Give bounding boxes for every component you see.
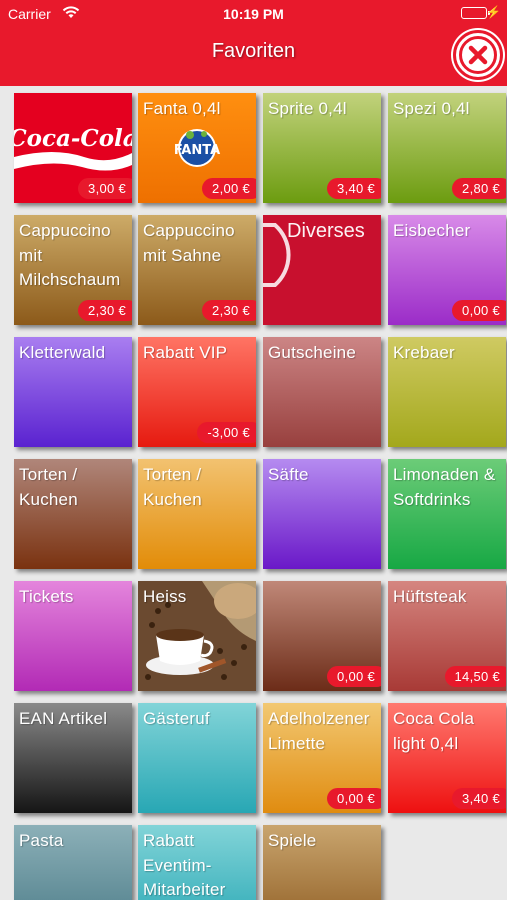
charging-bolt-icon: ⚡ — [486, 5, 501, 19]
diverses-graphic: Diverses — [263, 220, 365, 287]
category-tile-saefte[interactable]: Säfte — [263, 459, 381, 569]
battery-icon — [461, 7, 487, 19]
diverses-label: Diverses — [287, 220, 365, 242]
nav-bar: Favoriten — [0, 28, 507, 86]
close-button[interactable] — [453, 30, 503, 80]
tile-label: Torten / Kuchen — [19, 465, 78, 509]
tile-label: Torten / Kuchen — [143, 465, 202, 509]
category-tile-krebaer[interactable]: Krebaer — [388, 337, 506, 447]
favorites-grid: Coca-Cola 3,00 € Fanta 0,4l FANTA 2,00 €… — [0, 86, 507, 900]
tile-label: Tickets — [19, 587, 74, 606]
price-badge: 2,30 € — [202, 300, 256, 321]
tile-label: Heiss — [143, 587, 187, 606]
tile-label: Gästeruf — [143, 709, 210, 728]
price-badge: 0,00 € — [327, 788, 381, 809]
tile-label: Cappuccino mit Milchschaum — [19, 221, 121, 289]
category-tile-ean-artikel[interactable]: EAN Artikel — [14, 703, 132, 813]
tile-label: Rabatt Eventim-Mitarbeiter — [143, 831, 226, 899]
status-bar: Carrier 10:19 PM ⚡ — [0, 0, 507, 28]
tile-label: Gutscheine — [268, 343, 356, 362]
category-tile-torten-kuchen[interactable]: Torten / Kuchen — [14, 459, 132, 569]
product-tile-hueftsteak[interactable]: Hüftsteak 14,50 € — [388, 581, 506, 691]
tile-label: Spiele — [268, 831, 317, 850]
category-tile-torten-kuchen-2[interactable]: Torten / Kuchen — [138, 459, 256, 569]
tile-label: Hüftsteak — [393, 587, 467, 606]
tile-label: Adelholzener Limette — [268, 709, 370, 753]
price-badge: 3,40 € — [327, 178, 381, 199]
category-tile-pasta[interactable]: Pasta — [14, 825, 132, 900]
tile-label: Säfte — [268, 465, 309, 484]
product-tile-rabatt-eventim[interactable]: Rabatt Eventim-Mitarbeiter — [138, 825, 256, 900]
category-tile-limonaden[interactable]: Limonaden & Softdrinks — [388, 459, 506, 569]
product-tile-coca-cola[interactable]: Coca-Cola 3,00 € — [14, 93, 132, 203]
product-tile-sprite[interactable]: Sprite 0,4l 3,40 € — [263, 93, 381, 203]
tile-label: Krebaer — [393, 343, 455, 362]
category-tile-spiele[interactable]: Spiele — [263, 825, 381, 900]
category-tile-gaesteruf[interactable]: Gästeruf — [138, 703, 256, 813]
coca-cola-logo-text: Coca-Cola — [14, 125, 132, 152]
price-badge: 0,00 € — [452, 300, 506, 321]
tile-label: Coca Cola light 0,4l — [393, 709, 475, 753]
product-tile-adelholzener[interactable]: Adelholzener Limette 0,00 € — [263, 703, 381, 813]
product-tile-spezi[interactable]: Spezi 0,4l 2,80 € — [388, 93, 506, 203]
tile-label: EAN Artikel — [19, 709, 108, 728]
price-badge: -3,00 € — [197, 422, 256, 443]
category-tile-diverses[interactable]: Diverses — [263, 215, 381, 325]
product-tile-fanta[interactable]: Fanta 0,4l FANTA 2,00 € — [138, 93, 256, 203]
product-tile-cappuccino-sahne[interactable]: Cappuccino mit Sahne 2,30 € — [138, 215, 256, 325]
price-badge: 0,00 € — [327, 666, 381, 687]
category-tile-gutscheine[interactable]: Gutscheine — [263, 337, 381, 447]
product-tile-unnamed[interactable]: 0,00 € — [263, 581, 381, 691]
tile-label: Spezi 0,4l — [393, 99, 470, 118]
tile-label: Fanta 0,4l — [143, 99, 221, 118]
fanta-logo: FANTA — [174, 129, 220, 167]
category-tile-heiss[interactable]: Heiss — [138, 581, 256, 691]
tile-label: Eisbecher — [393, 221, 471, 240]
price-badge: 2,80 € — [452, 178, 506, 199]
tile-label: Kletterwald — [19, 343, 106, 362]
price-badge: 14,50 € — [444, 666, 506, 687]
product-tile-eisbecher[interactable]: Eisbecher 0,00 € — [388, 215, 506, 325]
tile-label: Rabatt VIP — [143, 343, 228, 362]
price-badge: 3,40 € — [452, 788, 506, 809]
product-tile-cappuccino-milchschaum[interactable]: Cappuccino mit Milchschaum 2,30 € — [14, 215, 132, 325]
tile-label: Cappuccino mit Sahne — [143, 221, 235, 265]
tile-label: Pasta — [19, 831, 64, 850]
tile-label: Sprite 0,4l — [268, 99, 347, 118]
price-badge: 3,00 € — [78, 178, 132, 199]
price-badge: 2,00 € — [202, 178, 256, 199]
status-time: 10:19 PM — [223, 6, 284, 22]
category-tile-tickets[interactable]: Tickets — [14, 581, 132, 691]
fanta-logo-text: FANTA — [174, 143, 220, 158]
page-title: Favoriten — [211, 40, 296, 62]
product-tile-coca-cola-light[interactable]: Coca Cola light 0,4l 3,40 € — [388, 703, 506, 813]
category-tile-kletterwald[interactable]: Kletterwald — [14, 337, 132, 447]
product-tile-rabatt-vip[interactable]: Rabatt VIP -3,00 € — [138, 337, 256, 447]
close-x-icon — [459, 36, 497, 74]
price-badge: 2,30 € — [78, 300, 132, 321]
tile-label: Limonaden & Softdrinks — [393, 465, 496, 509]
